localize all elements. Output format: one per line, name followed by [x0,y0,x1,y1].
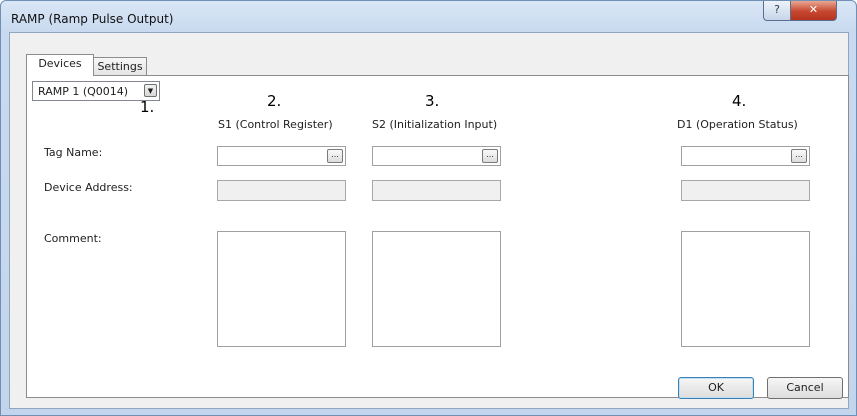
s1-comment-box[interactable] [217,231,346,347]
annotation-3: 3. [425,92,440,110]
dialog-window: RAMP (Ramp Pulse Output) ? ✕ Devices Set… [0,0,857,416]
title-bar[interactable]: RAMP (Ramp Pulse Output) ? ✕ [1,1,856,35]
dialog-body: Devices Settings RAMP 1 (Q0014) ▼ 1. 2. … [9,32,849,409]
close-button[interactable]: ✕ [790,1,837,21]
browse-icon[interactable]: ... [482,149,498,163]
window-title: RAMP (Ramp Pulse Output) [11,12,174,26]
d1-device-address-field[interactable] [681,180,810,201]
chevron-down-icon[interactable]: ▼ [144,84,157,97]
tab-devices[interactable]: Devices [26,54,94,76]
label-tag-name: Tag Name: [44,146,103,159]
label-comment: Comment: [44,232,102,245]
s1-device-address-field[interactable] [217,180,346,201]
d1-tag-name-input[interactable]: ... [681,146,810,166]
instruction-select-value: RAMP 1 (Q0014) [38,85,129,98]
s2-device-address-field[interactable] [372,180,501,201]
column-header-s2: S2 (Initialization Input) [372,118,498,131]
s2-tag-name-input[interactable]: ... [372,146,501,166]
d1-comment-box[interactable] [681,231,810,347]
s2-comment-box[interactable] [372,231,501,347]
ok-button[interactable]: OK [678,377,754,399]
s1-tag-name-input[interactable]: ... [217,146,346,166]
column-header-d1: D1 (Operation Status) [677,118,798,131]
help-button[interactable]: ? [763,1,791,21]
browse-icon[interactable]: ... [791,149,807,163]
tab-settings[interactable]: Settings [93,57,147,76]
cancel-button[interactable]: Cancel [767,377,843,399]
devices-panel: RAMP 1 (Q0014) ▼ 1. 2. 3. 4. S1 (Control… [26,75,849,398]
annotation-4: 4. [732,92,747,110]
label-device-address: Device Address: [44,181,133,194]
annotation-2: 2. [267,92,282,110]
column-header-s1: S1 (Control Register) [218,118,333,131]
browse-icon[interactable]: ... [327,149,343,163]
annotation-1: 1. [140,98,155,116]
